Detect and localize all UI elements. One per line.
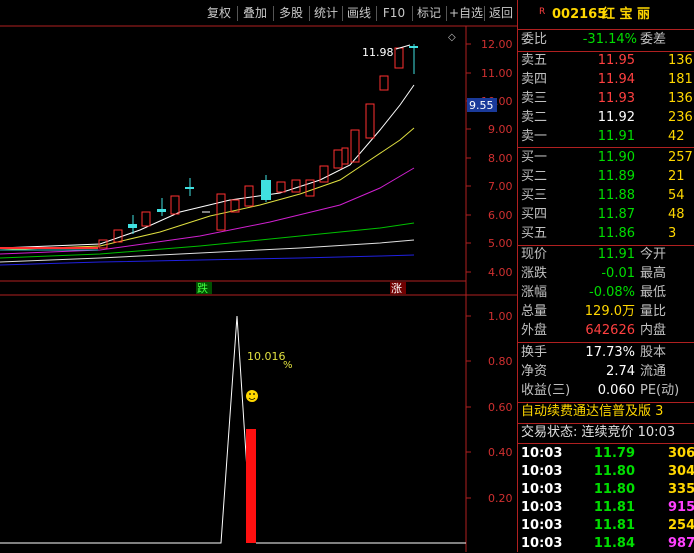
wei-bi-row: 委比 -31.14% 委差 bbox=[521, 32, 667, 47]
ask-row: 卖四 11.94 181 bbox=[521, 72, 693, 87]
y-tick-label: 12.00 bbox=[481, 38, 513, 51]
bid-row: 买四 11.87 48 bbox=[521, 207, 685, 222]
stat-row: 外盘 642626 内盘 bbox=[521, 323, 667, 338]
ma-line-magenta bbox=[0, 167, 415, 255]
stock-header: R 002165 红 宝 丽 bbox=[518, 6, 694, 24]
ma-line-white-long bbox=[0, 239, 415, 263]
y-tick-label: 4.00 bbox=[488, 266, 513, 279]
wei-bi-value: -31.14% bbox=[582, 32, 637, 47]
peak-price-label: 11.98 bbox=[362, 46, 394, 59]
ask-row: 卖二 11.92 236 bbox=[521, 110, 693, 125]
indicator-annotation-unit: % bbox=[283, 360, 293, 371]
ask-row: 卖一 11.91 42 bbox=[521, 129, 685, 144]
tick-row: 10:03 11.80 335 bbox=[521, 482, 694, 497]
y-tick-label: 8.00 bbox=[488, 152, 513, 165]
y-tick-label: 5.00 bbox=[488, 237, 513, 250]
bid-row: 买一 11.90 257 bbox=[521, 150, 693, 165]
y-tick-label: 7.00 bbox=[488, 180, 513, 193]
stat-row: 收益(三) 0.060 PE(动) bbox=[521, 383, 680, 398]
stat-row: 总量 129.0万 量比 bbox=[521, 304, 667, 319]
y-tick-label: 6.00 bbox=[488, 209, 513, 222]
stat-row: 换手 17.73% 股本 bbox=[521, 345, 667, 360]
y-tick-label: 11.00 bbox=[481, 67, 513, 80]
tags-row[interactable]: 自动续费通达信普及版 3 bbox=[518, 403, 694, 421]
sub-y-tick-label: 0.60 bbox=[488, 401, 513, 414]
kline-chart[interactable]: 12.00 11.00 10.00 9.00 8.00 7.00 6.00 5.… bbox=[0, 0, 517, 552]
quote-panel: R 002165 红 宝 丽 委比 -31.14% 委差 卖五 11.95 136 … bbox=[517, 0, 694, 552]
bid-row: 买二 11.89 21 bbox=[521, 169, 685, 184]
diamond-icon[interactable]: ◇ bbox=[448, 32, 456, 43]
smiley-icon bbox=[246, 390, 258, 402]
bid-row: 买五 11.86 3 bbox=[521, 226, 677, 241]
y-tick-label: 9.00 bbox=[488, 123, 513, 136]
sub-y-tick-label: 1.00 bbox=[488, 310, 513, 323]
sub-y-tick-label: 0.80 bbox=[488, 355, 513, 368]
stat-row: 净资 2.74 流通 bbox=[521, 364, 667, 379]
stock-code: 002165 bbox=[552, 7, 607, 22]
ma-line-yellow bbox=[0, 127, 415, 251]
sub-y-axis: 1.00 0.80 0.60 0.40 0.20 bbox=[466, 310, 513, 505]
tick-row: 10:03 11.79 306 bbox=[521, 446, 694, 461]
stat-row: 现价 11.91 今开 bbox=[521, 247, 667, 262]
indicator-bar bbox=[246, 429, 256, 543]
ask-row: 卖五 11.95 136 bbox=[521, 53, 693, 68]
early-candles bbox=[0, 247, 98, 251]
sub-y-tick-label: 0.20 bbox=[488, 492, 513, 505]
ma-line-white bbox=[0, 84, 415, 249]
svg-text:涨: 涨 bbox=[391, 282, 402, 295]
r-badge: R bbox=[539, 7, 546, 17]
stat-row: 涨幅 -0.08% 最低 bbox=[521, 285, 667, 300]
candlesticks bbox=[98, 44, 418, 249]
stat-row: 涨跌 -0.01 最高 bbox=[521, 266, 667, 281]
indicator-annotation: 10.016 bbox=[247, 350, 286, 363]
bid-row: 买三 11.88 54 bbox=[521, 188, 685, 203]
tick-row: 10:03 11.81 254 bbox=[521, 518, 694, 533]
trade-status: 交易状态: 连续竞价 10:03 bbox=[521, 425, 676, 440]
stock-name: 红 宝 丽 bbox=[602, 7, 651, 22]
sub-y-tick-label: 0.40 bbox=[488, 446, 513, 459]
tick-row: 10:03 11.84 987 bbox=[521, 536, 694, 551]
indicator-line bbox=[0, 315, 248, 544]
ask-row: 卖三 11.93 136 bbox=[521, 91, 693, 106]
tick-row: 10:03 11.81 915 bbox=[521, 500, 694, 515]
tick-row: 10:03 11.80 304 bbox=[521, 464, 694, 479]
current-price-marker-label: 9.55 bbox=[469, 99, 494, 112]
svg-text:跌: 跌 bbox=[197, 281, 208, 295]
main-y-axis: 12.00 11.00 10.00 9.00 8.00 7.00 6.00 5.… bbox=[466, 38, 513, 279]
